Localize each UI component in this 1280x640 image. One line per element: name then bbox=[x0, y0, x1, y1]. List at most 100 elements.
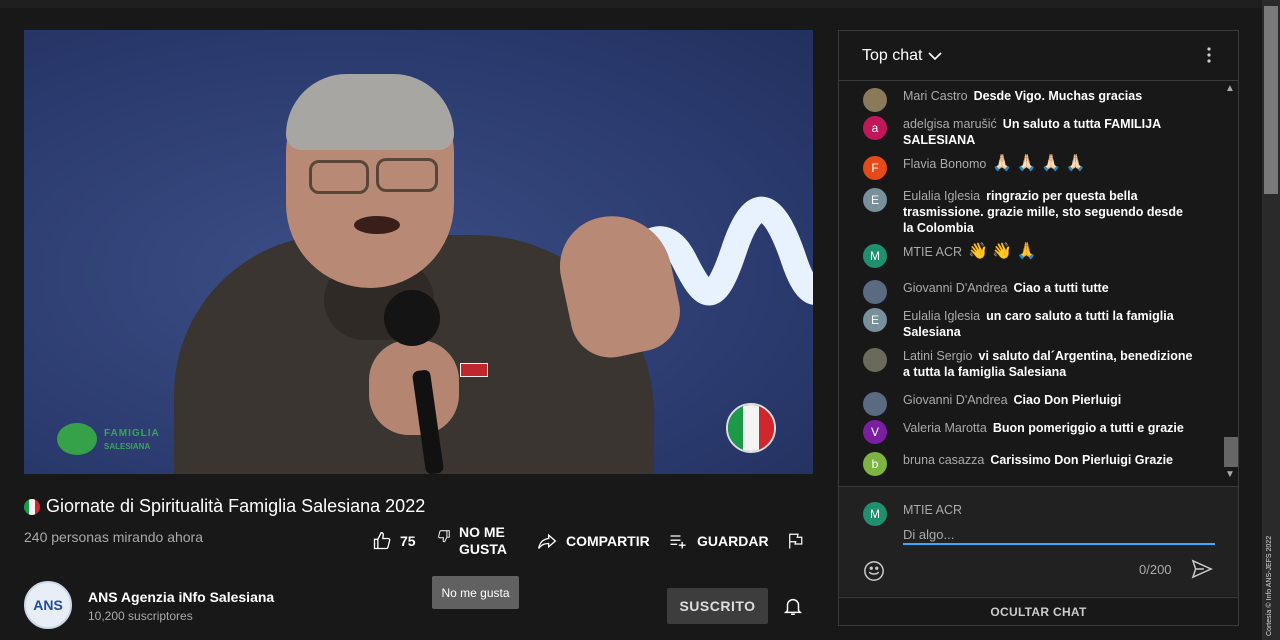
chat-message-body: Giovanni D'Andrea Ciao a tutti tutte bbox=[903, 280, 1193, 296]
viewer-count: 240 personas mirando ahora bbox=[24, 529, 204, 545]
like-button[interactable]: 75 bbox=[372, 531, 416, 551]
chat-author-name[interactable]: Giovanni D'Andrea bbox=[903, 393, 1008, 407]
dislike-tooltip: No me gusta bbox=[432, 576, 519, 609]
channel-avatar-text: ANS bbox=[33, 597, 63, 613]
chat-author-avatar[interactable] bbox=[863, 280, 887, 304]
save-label: GUARDAR bbox=[697, 533, 769, 549]
chat-author-avatar[interactable]: E bbox=[863, 188, 887, 212]
send-message-button[interactable] bbox=[1191, 559, 1213, 584]
thumbs-up-icon bbox=[373, 531, 391, 550]
chat-message-body: Giovanni D'Andrea Ciao Don Pierluigi bbox=[903, 392, 1193, 408]
chat-author-name[interactable]: adelgisa marušić bbox=[903, 117, 997, 131]
chat-message-body: bruna casazza Carissimo Don Pierluigi Gra… bbox=[903, 452, 1193, 468]
dislike-label-line2: GUSTA bbox=[459, 541, 507, 557]
share-label: COMPARTIR bbox=[566, 533, 650, 549]
chat-message-body: Flavia Bonomo 🙏🏻 🙏🏻 🙏🏻 🙏🏻 bbox=[903, 156, 1193, 172]
composer-author-name: MTIE ACR bbox=[903, 503, 963, 517]
chat-author-name[interactable]: bruna casazza bbox=[903, 453, 984, 467]
subscriber-count: 10,200 suscriptores bbox=[88, 609, 193, 623]
logo-text-line1: FAMIGLIA bbox=[104, 428, 160, 439]
chat-author-name[interactable]: Latini Sergio bbox=[903, 349, 973, 363]
chat-author-name[interactable]: Eulalia Iglesia bbox=[903, 189, 980, 203]
chat-author-avatar[interactable]: V bbox=[863, 420, 887, 444]
composer-avatar: M bbox=[863, 502, 887, 526]
video-player[interactable]: FAMIGLIA SALESIANA bbox=[24, 30, 813, 474]
chat-message: E Eulalia Iglesia ringrazio per questa bel… bbox=[863, 188, 1193, 236]
chat-message: V Valeria Marotta Buon pomeriggio a tutti … bbox=[863, 420, 1193, 444]
channel-name[interactable]: ANS Agenzia iNfo Salesiana bbox=[88, 589, 274, 605]
send-icon bbox=[1191, 559, 1213, 579]
chat-scroll-down-icon[interactable]: ▼ bbox=[1225, 469, 1235, 480]
flag-icon bbox=[789, 533, 803, 549]
chat-message: Giovanni D'Andrea Ciao Don Pierluigi bbox=[863, 392, 1193, 416]
chat-author-avatar[interactable] bbox=[863, 88, 887, 112]
hide-chat-button[interactable]: OCULTAR CHAT bbox=[839, 597, 1238, 626]
dislike-button[interactable]: NO ME GUSTA bbox=[437, 524, 507, 558]
chat-author-avatar[interactable]: E bbox=[863, 308, 887, 332]
playlist-add-icon bbox=[670, 535, 686, 549]
report-button[interactable] bbox=[786, 531, 804, 551]
chat-composer: M MTIE ACR 0/200 bbox=[839, 486, 1238, 596]
logo-text-line2: SALESIANA bbox=[104, 442, 151, 451]
chat-author-avatar[interactable]: a bbox=[863, 116, 887, 140]
chat-author-avatar[interactable]: b bbox=[863, 452, 887, 476]
chevron-down-icon bbox=[928, 52, 943, 61]
chat-message-body: MTIE ACR 👋 👋 🙏 bbox=[903, 244, 1193, 260]
chat-message-input[interactable] bbox=[903, 525, 1215, 545]
dislike-label-line1: NO ME bbox=[459, 524, 505, 540]
chat-message: Giovanni D'Andrea Ciao a tutti tutte bbox=[863, 280, 1193, 304]
chat-scrollbar-thumb[interactable] bbox=[1224, 437, 1238, 467]
channel-avatar[interactable]: ANS bbox=[24, 581, 72, 629]
notification-bell-button[interactable] bbox=[782, 594, 804, 623]
chat-message: E Eulalia Iglesia un caro saluto a tutti l… bbox=[863, 308, 1193, 340]
chat-author-name[interactable]: Giovanni D'Andrea bbox=[903, 281, 1008, 295]
chat-author-avatar[interactable]: F bbox=[863, 156, 887, 180]
video-title: Giornate di Spiritualità Famiglia Salesi… bbox=[46, 496, 426, 516]
chat-author-name[interactable]: Flavia Bonomo bbox=[903, 157, 986, 171]
chat-mode-dropdown[interactable]: Top chat bbox=[862, 47, 943, 65]
chat-author-name[interactable]: Valeria Marotta bbox=[903, 421, 987, 435]
share-arrow-icon bbox=[538, 533, 557, 549]
chat-author-avatar[interactable] bbox=[863, 392, 887, 416]
chat-message-body: Eulalia Iglesia un caro saluto a tutti la… bbox=[903, 308, 1193, 340]
emoji-picker-button[interactable] bbox=[863, 560, 885, 587]
chat-scrollbar[interactable] bbox=[1222, 83, 1238, 487]
famiglia-salesiana-logo-icon bbox=[57, 423, 97, 455]
chat-message: Latini Sergio vi saluto dal´Argentina, be… bbox=[863, 348, 1193, 380]
chat-author-name[interactable]: MTIE ACR bbox=[903, 245, 962, 259]
speaker-glasses-right bbox=[376, 158, 438, 192]
microphone-head bbox=[384, 290, 440, 346]
chat-message: M MTIE ACR 👋 👋 🙏 bbox=[863, 244, 1193, 268]
chat-author-avatar[interactable]: M bbox=[863, 244, 887, 268]
chat-message-text: 👋 👋 🙏 bbox=[968, 243, 1037, 260]
italian-flag-icon bbox=[726, 403, 776, 453]
thumbs-down-icon bbox=[438, 530, 450, 543]
credit-watermark: Cortesía © Info ANS-JEFS 2022 bbox=[1266, 526, 1276, 636]
subscribe-button[interactable]: SUSCRITO bbox=[667, 588, 768, 624]
chat-author-avatar[interactable] bbox=[863, 348, 887, 372]
speaker-mouth bbox=[354, 216, 400, 234]
dislike-label: NO ME GUSTA bbox=[459, 524, 507, 558]
chat-scroll-up-icon[interactable]: ▲ bbox=[1225, 83, 1235, 94]
smiley-icon bbox=[864, 561, 884, 581]
chat-message-text: Ciao a tutti tutte bbox=[1013, 281, 1109, 295]
chat-message-text: Carissimo Don Pierluigi Grazie bbox=[990, 453, 1174, 467]
chat-title: Top chat bbox=[862, 47, 923, 64]
sweater-badge bbox=[460, 363, 488, 377]
save-button[interactable]: GUARDAR bbox=[667, 531, 769, 551]
share-button[interactable]: COMPARTIR bbox=[536, 531, 650, 551]
chat-header: Top chat bbox=[839, 31, 1238, 81]
chat-message-body: Eulalia Iglesia ringrazio per questa bell… bbox=[903, 188, 1193, 236]
chat-message-text: Buon pomeriggio a tutti e grazie bbox=[992, 421, 1184, 435]
chat-author-name[interactable]: Mari Castro bbox=[903, 89, 968, 103]
video-title-row: Giornate di Spiritualità Famiglia Salesi… bbox=[24, 496, 425, 517]
chat-more-options-button[interactable] bbox=[1201, 46, 1217, 69]
speaker-glasses-left bbox=[309, 160, 369, 194]
chat-author-name[interactable]: Eulalia Iglesia bbox=[903, 309, 980, 323]
chat-message-body: adelgisa marušić Un saluto a tutta FAMILI… bbox=[903, 116, 1193, 148]
chat-message: F Flavia Bonomo 🙏🏻 🙏🏻 🙏🏻 🙏🏻 bbox=[863, 156, 1193, 180]
more-vertical-icon bbox=[1207, 47, 1211, 63]
page-scrollbar-thumb[interactable] bbox=[1264, 6, 1278, 194]
chat-message-text: Ciao Don Pierluigi bbox=[1013, 393, 1122, 407]
live-chat-panel: Top chat ▲ ▼ Mari Castro Desde Vigo. Much… bbox=[838, 30, 1239, 626]
